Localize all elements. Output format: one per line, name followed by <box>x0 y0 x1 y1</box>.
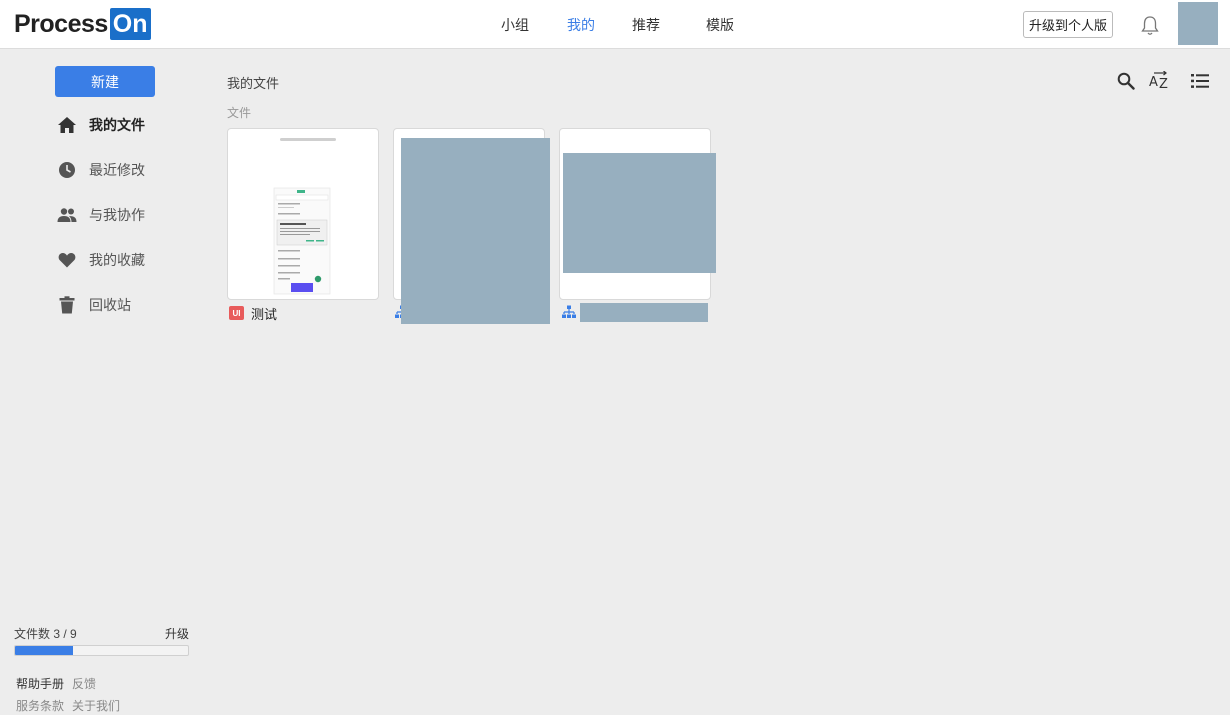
file-count-progress <box>14 645 189 656</box>
heart-icon <box>57 250 77 270</box>
redacted-thumbnail <box>563 153 716 273</box>
sidebar-item-shared[interactable]: 与我协作 <box>57 204 145 226</box>
terms-link[interactable]: 服务条款 <box>16 697 64 714</box>
sidebar-item-label: 最近修改 <box>89 162 145 178</box>
redacted-thumbnail <box>401 138 550 324</box>
file-card-title[interactable] <box>562 303 576 323</box>
nav-item-templates[interactable]: 模版 <box>706 15 734 35</box>
clock-icon <box>57 160 77 180</box>
upgrade-personal-button[interactable]: 升级到个人版 <box>1023 11 1113 38</box>
avatar[interactable] <box>1178 2 1218 45</box>
sidebar-item-label: 我的收藏 <box>89 252 145 268</box>
logo-text: Process <box>14 9 108 38</box>
nav-item-mine[interactable]: 我的 <box>567 15 595 35</box>
file-name: 测试 <box>251 306 278 322</box>
top-header: Process On 小组 我的 推荐 模版 升级到个人版 <box>0 0 1230 49</box>
file-count: 文件数 3 / 9 <box>14 627 77 641</box>
file-thumbnail <box>228 129 378 299</box>
about-link[interactable]: 关于我们 <box>72 697 120 714</box>
people-icon <box>57 205 77 225</box>
search-icon[interactable] <box>1115 70 1137 92</box>
new-button[interactable]: 新建 <box>55 66 155 97</box>
nav-item-recommended[interactable]: 推荐 <box>632 15 660 35</box>
footer-links-row-1: 帮助手册 反馈 <box>16 675 96 692</box>
help-manual-link[interactable]: 帮助手册 <box>16 675 64 692</box>
file-card[interactable] <box>227 128 379 300</box>
sidebar-item-recent[interactable]: 最近修改 <box>57 159 145 181</box>
section-label-files: 文件 <box>227 106 252 120</box>
org-chart-icon <box>562 305 576 322</box>
svg-text:A: A <box>1149 75 1158 90</box>
feedback-link[interactable]: 反馈 <box>72 675 96 692</box>
trash-icon <box>57 295 77 315</box>
sidebar-item-favorites[interactable]: 我的收藏 <box>57 249 145 271</box>
nav-item-groups[interactable]: 小组 <box>501 15 529 35</box>
footer-links-row-2: 服务条款 关于我们 <box>16 697 120 714</box>
svg-text:Z: Z <box>1159 77 1168 91</box>
file-card-title[interactable]: UI 测试 <box>229 303 277 323</box>
file-count-progress-fill <box>15 646 73 655</box>
upgrade-link[interactable]: 升级 <box>165 625 189 642</box>
list-view-icon[interactable] <box>1189 70 1211 92</box>
bell-icon[interactable] <box>1140 15 1160 37</box>
sidebar-item-my-files[interactable]: 我的文件 <box>57 114 145 136</box>
sidebar-item-label: 与我协作 <box>89 207 145 223</box>
sidebar-item-trash[interactable]: 回收站 <box>57 294 131 316</box>
sidebar-item-label: 我的文件 <box>89 117 145 133</box>
ui-design-icon: UI <box>229 306 244 320</box>
sidebar-item-label: 回收站 <box>89 297 131 313</box>
redacted-file-name <box>580 303 708 322</box>
sort-alpha-icon[interactable]: AZ <box>1149 70 1171 92</box>
processon-logo[interactable]: Process On <box>14 8 151 40</box>
breadcrumb: 我的文件 <box>227 76 280 91</box>
home-icon <box>57 115 77 135</box>
logo-badge: On <box>109 8 151 40</box>
